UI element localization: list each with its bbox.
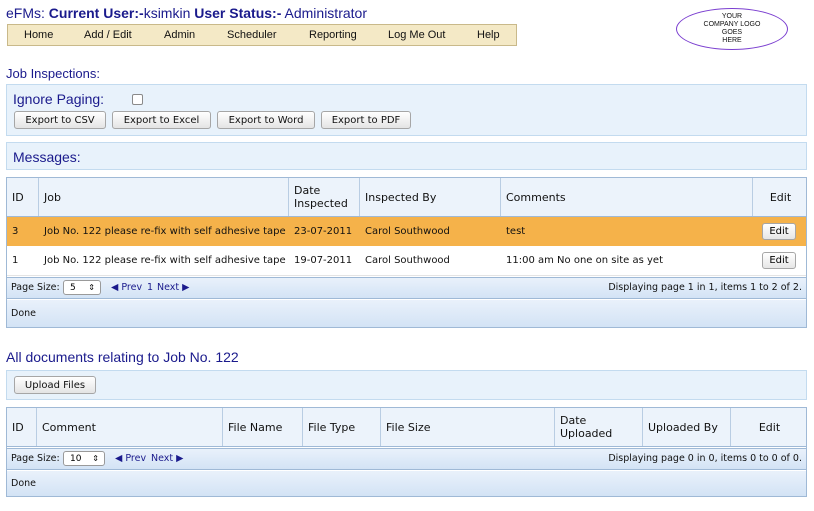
job-inspections-title: Job Inspections: (6, 66, 100, 81)
cell-inspected-by: Carol Southwood (365, 255, 450, 266)
grid-pager: Page Size: 5 ⇕ ◀ Prev 1 Next ▶ Displayin… (7, 277, 806, 299)
menu-item-add-edit[interactable]: Add / Edit (84, 29, 132, 41)
page-number-link[interactable]: 1 (147, 282, 153, 293)
app-name: eFMs: (6, 5, 45, 21)
export-panel: Ignore Paging: Export to CSV Export to E… (6, 84, 807, 136)
page-size-value: 5 (70, 282, 76, 293)
export-csv-button[interactable]: Export to CSV (14, 111, 106, 129)
next-arrow-icon: ▶ (176, 453, 184, 464)
page-size-select[interactable]: 5 ⇕ (63, 280, 101, 295)
prev-arrow-icon: ◀ (115, 453, 123, 464)
prev-page-link[interactable]: ◀ Prev (111, 282, 142, 293)
logo-line: GOES (721, 29, 743, 36)
column-header-job[interactable]: Job (39, 178, 289, 216)
cell-id: 1 (12, 255, 19, 266)
logo-line: HERE (722, 37, 742, 44)
upload-files-button[interactable]: Upload Files (14, 376, 96, 394)
grid-status-bar: Done (7, 471, 806, 496)
edit-button[interactable]: Edit (762, 223, 796, 240)
stepper-arrows-icon: ⇕ (92, 454, 99, 463)
column-header-date-uploaded[interactable]: Date Uploaded (555, 408, 643, 446)
export-excel-button[interactable]: Export to Excel (112, 111, 211, 129)
next-page-link[interactable]: Next ▶ (157, 282, 189, 293)
table-row[interactable]: 1 Job No. 122 please re-fix with self ad… (7, 246, 806, 276)
user-status: Administrator (284, 5, 367, 21)
prev-label: Prev (121, 282, 143, 293)
grid-pager: Page Size: 10 ⇕ ◀ Prev Next ▶ Displaying… (7, 448, 806, 470)
column-header-comments[interactable]: Comments (501, 178, 753, 216)
column-header-id[interactable]: ID (7, 178, 39, 216)
column-header-uploaded-by[interactable]: Uploaded By (643, 408, 731, 446)
main-menu: Home Add / Edit Admin Scheduler Reportin… (7, 24, 517, 46)
cell-id: 3 (12, 226, 19, 237)
prev-page-link[interactable]: ◀ Prev (115, 453, 146, 464)
prev-label: Prev (125, 453, 147, 464)
cell-comments: test (506, 226, 526, 237)
cell-comments: 11:00 am No one on site as yet (506, 255, 663, 266)
menu-item-admin[interactable]: Admin (164, 29, 195, 41)
column-header-id[interactable]: ID (7, 408, 37, 446)
documents-grid: ID Comment File Name File Type File Size… (6, 407, 807, 497)
table-row[interactable]: 3 Job No. 122 please re-fix with self ad… (7, 217, 806, 246)
next-arrow-icon: ▶ (182, 282, 190, 293)
column-header-date-inspected[interactable]: Date Inspected (289, 178, 360, 216)
upload-panel: Upload Files (6, 370, 807, 400)
grid-status-bar: Done (7, 300, 806, 327)
column-header-file-name[interactable]: File Name (223, 408, 303, 446)
logo-line: COMPANY LOGO (703, 21, 761, 28)
cell-inspected-by: Carol Southwood (365, 226, 450, 237)
documents-title: All documents relating to Job No. 122 (6, 349, 239, 365)
grid-header: ID Comment File Name File Type File Size… (7, 408, 806, 447)
menu-item-reporting[interactable]: Reporting (309, 29, 357, 41)
ignore-paging-checkbox[interactable] (132, 94, 143, 105)
messages-panel: Messages: (6, 142, 807, 170)
company-logo: YOUR COMPANY LOGO GOES HERE (676, 8, 788, 50)
export-pdf-button[interactable]: Export to PDF (321, 111, 411, 129)
page-size-label: Page Size: (11, 453, 60, 464)
page-size-select[interactable]: 10 ⇕ (63, 451, 105, 466)
next-label: Next (151, 453, 174, 464)
cell-date-inspected: 19-07-2011 (294, 255, 353, 266)
column-header-file-size[interactable]: File Size (381, 408, 555, 446)
page-size-label: Page Size: (11, 282, 60, 293)
export-word-button[interactable]: Export to Word (217, 111, 315, 129)
ignore-paging-label: Ignore Paging: (13, 91, 105, 107)
prev-arrow-icon: ◀ (111, 282, 119, 293)
pager-summary: Displaying page 1 in 1, items 1 to 2 of … (608, 282, 802, 293)
edit-button[interactable]: Edit (762, 252, 796, 269)
menu-item-scheduler[interactable]: Scheduler (227, 29, 277, 41)
next-label: Next (157, 282, 180, 293)
messages-label: Messages: (13, 149, 81, 165)
logo-line: YOUR (721, 13, 743, 20)
column-header-inspected-by[interactable]: Inspected By (360, 178, 501, 216)
inspections-grid: ID Job Date Inspected Inspected By Comme… (6, 177, 807, 328)
status-text: Done (11, 308, 36, 319)
grid-header: ID Job Date Inspected Inspected By Comme… (7, 178, 806, 217)
user-status-label: User Status:- (194, 5, 282, 21)
column-header-file-type[interactable]: File Type (303, 408, 381, 446)
menu-item-help[interactable]: Help (477, 29, 500, 41)
current-user: ksimkin (143, 5, 191, 21)
menu-item-home[interactable]: Home (24, 29, 53, 41)
stepper-arrows-icon: ⇕ (88, 283, 95, 292)
cell-date-inspected: 23-07-2011 (294, 226, 353, 237)
column-header-edit: Edit (769, 190, 792, 204)
column-header-comment[interactable]: Comment (37, 408, 223, 446)
pager-summary: Displaying page 0 in 0, items 0 to 0 of … (608, 453, 802, 464)
page-header: eFMs: Current User:-ksimkin User Status:… (6, 5, 367, 21)
status-text: Done (11, 478, 36, 489)
page-size-value: 10 (70, 453, 82, 464)
column-header-edit: Edit (758, 420, 781, 434)
cell-job: Job No. 122 please re-fix with self adhe… (44, 255, 286, 266)
next-page-link[interactable]: Next ▶ (151, 453, 183, 464)
current-user-label: Current User:- (48, 5, 144, 21)
cell-job: Job No. 122 please re-fix with self adhe… (44, 226, 286, 237)
menu-item-log-me-out[interactable]: Log Me Out (388, 29, 445, 41)
